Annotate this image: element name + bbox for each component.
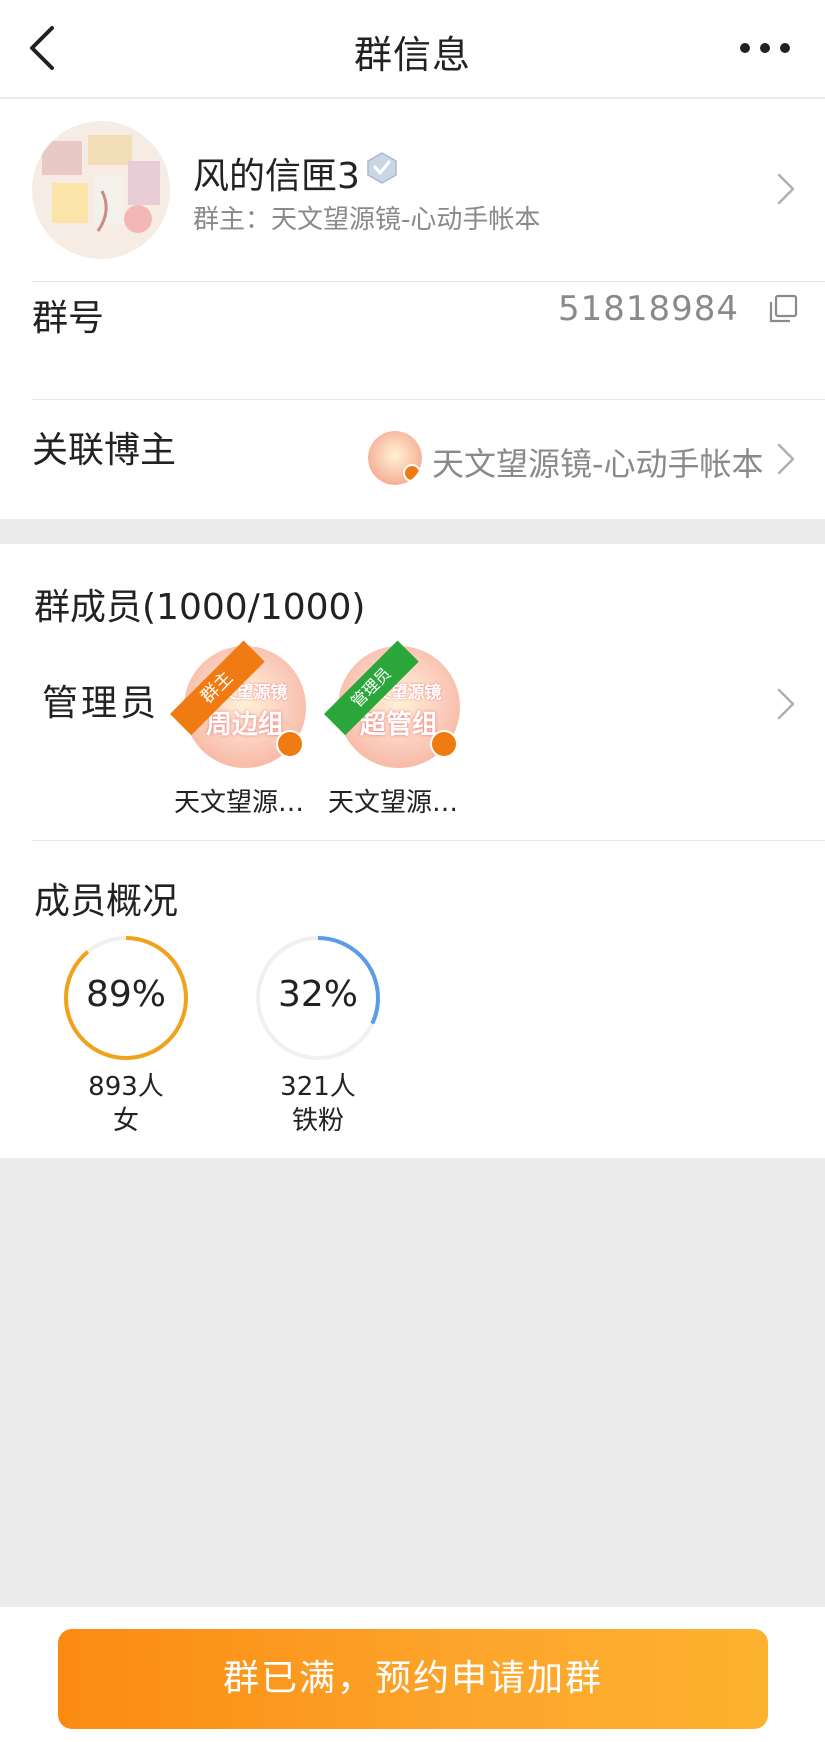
- group-id-value: 51818984: [557, 289, 739, 329]
- stat-fans: 32% 321人 铁粉: [254, 934, 394, 1136]
- stat-percent: 32%: [277, 974, 358, 1015]
- admin-name: 天文望源…: [328, 788, 459, 818]
- verified-v-icon: [276, 730, 304, 758]
- chevron-right-icon: [777, 443, 795, 475]
- more-button[interactable]: [735, 30, 795, 66]
- members-title: 群成员(1000/1000): [34, 587, 366, 628]
- divider: [32, 281, 825, 282]
- admin-item[interactable]: 天文望源镜 超管组 管理员 天文望源…: [324, 634, 468, 818]
- group-avatar: [32, 121, 170, 259]
- verified-badge-icon: [367, 152, 397, 184]
- group-profile-row[interactable]: 风的信匣3 群主：天文望源镜-心动手帐本: [0, 99, 825, 281]
- overview-title: 成员概况: [34, 881, 179, 922]
- stat-label: 铁粉: [291, 1106, 344, 1136]
- blogger-avatar: [368, 431, 422, 485]
- stat-label: 女: [112, 1106, 139, 1136]
- related-blogger-name: 天文望源镜-心动手帐本: [432, 445, 764, 483]
- chevron-right-icon: [777, 688, 795, 720]
- related-blogger-row[interactable]: 关联博主 天文望源镜-心动手帐本: [0, 399, 825, 517]
- admin-row[interactable]: 管理员 天文望源镜 周边组 群主 天文望源… 天文望源镜 超管组 管理员 天文望…: [0, 634, 825, 818]
- members-section: 群成员(1000/1000) 管理员 天文望源镜 周边组 群主 天文望源… 天文…: [0, 544, 825, 1158]
- verified-v-icon: [430, 730, 458, 758]
- stat-female: 89% 893人 女: [62, 934, 202, 1136]
- apply-join-button[interactable]: 群已满，预约申请加群: [58, 1629, 768, 1729]
- admin-label: 管理员: [42, 683, 160, 724]
- stat-percent: 89%: [85, 974, 166, 1015]
- chevron-right-icon: [777, 173, 795, 205]
- group-name: 风的信匣3: [193, 156, 360, 197]
- group-info-section: 风的信匣3 群主：天文望源镜-心动手帐本 群号 51818984 关联博主 天文…: [0, 99, 825, 519]
- related-blogger-label: 关联博主: [32, 430, 177, 471]
- group-owner: 群主：天文望源镜-心动手帐本: [193, 205, 541, 235]
- more-dots-icon: [740, 43, 790, 53]
- copy-icon[interactable]: [767, 293, 799, 325]
- admin-name: 天文望源…: [174, 788, 305, 818]
- top-bar: 群信息: [0, 0, 825, 98]
- page-title: 群信息: [353, 33, 471, 77]
- divider: [32, 840, 825, 841]
- admin-item[interactable]: 天文望源镜 周边组 群主 天文望源…: [170, 634, 314, 818]
- stat-count: 893人: [88, 1072, 164, 1102]
- bottom-bar: 群已满，预约申请加群: [0, 1607, 825, 1742]
- stat-count: 321人: [280, 1072, 356, 1102]
- group-id-label: 群号: [32, 298, 105, 339]
